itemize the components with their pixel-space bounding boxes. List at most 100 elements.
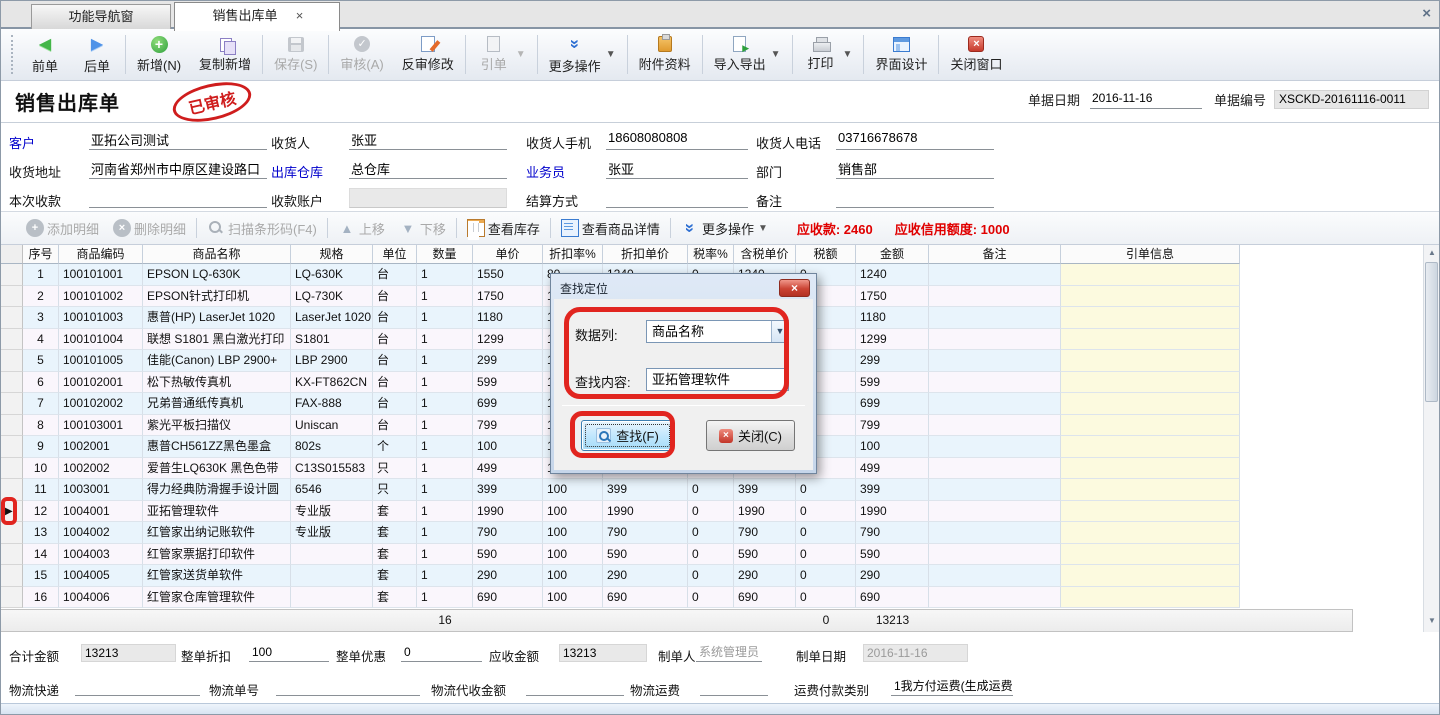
tab-close-icon[interactable]: × xyxy=(292,3,308,29)
cell[interactable] xyxy=(929,286,1061,308)
cell[interactable] xyxy=(929,415,1061,437)
cell[interactable]: 690 xyxy=(473,587,543,609)
cell[interactable]: 0 xyxy=(688,544,734,566)
dropdown-arrow-icon[interactable]: ▼ xyxy=(843,49,853,60)
cell[interactable]: 0 xyxy=(688,565,734,587)
cell[interactable]: 1 xyxy=(417,372,473,394)
cell[interactable]: 100102002 xyxy=(59,393,143,415)
cell[interactable] xyxy=(1061,393,1240,415)
cell[interactable]: FAX-888 xyxy=(291,393,373,415)
field-value[interactable]: 河南省郑州市中原区建设路口 xyxy=(89,159,267,179)
cell[interactable]: 红管家仓库管理软件 xyxy=(143,587,291,609)
import-export-button[interactable]: 导入导出▼ xyxy=(705,31,790,78)
scroll-down-icon[interactable]: ▼ xyxy=(1424,613,1440,629)
cell[interactable]: 399 xyxy=(473,479,543,501)
cell[interactable]: 台 xyxy=(373,264,417,286)
cell[interactable]: 1 xyxy=(23,264,59,286)
cell[interactable]: 专业版 xyxy=(291,501,373,523)
tab-sales-outbound[interactable]: 销售出库单× xyxy=(174,2,340,31)
cell[interactable] xyxy=(291,544,373,566)
table-row[interactable]: 131004002红管家出纳记账软件专业版套179010079007900790 xyxy=(1,522,1439,544)
save-button[interactable]: 保存(S) xyxy=(265,31,326,78)
cell[interactable]: 1 xyxy=(417,479,473,501)
cell[interactable]: 590 xyxy=(856,544,929,566)
find-content-input[interactable]: 亚拓管理软件 xyxy=(646,368,789,391)
cell[interactable]: 599 xyxy=(856,372,929,394)
cell[interactable]: 专业版 xyxy=(291,522,373,544)
footer-field-value[interactable] xyxy=(276,678,420,696)
footer-field-value[interactable]: 100 xyxy=(249,644,329,662)
cell[interactable]: 14 xyxy=(23,544,59,566)
cell[interactable]: 0 xyxy=(796,587,856,609)
cell[interactable] xyxy=(1061,436,1240,458)
cell[interactable]: 1180 xyxy=(856,307,929,329)
cell[interactable]: 1990 xyxy=(473,501,543,523)
cell[interactable]: 1240 xyxy=(856,264,929,286)
cell[interactable]: 套 xyxy=(373,501,417,523)
cell[interactable]: 0 xyxy=(796,544,856,566)
cell[interactable]: 台 xyxy=(373,415,417,437)
cell[interactable]: 0 xyxy=(688,479,734,501)
cell[interactable]: 799 xyxy=(473,415,543,437)
cell[interactable]: 只 xyxy=(373,479,417,501)
cell[interactable] xyxy=(929,329,1061,351)
cell[interactable] xyxy=(929,544,1061,566)
cell[interactable]: 290 xyxy=(603,565,688,587)
tab-nav-panel[interactable]: 功能导航窗 xyxy=(31,4,171,29)
cell[interactable] xyxy=(1061,544,1240,566)
cell[interactable]: 个 xyxy=(373,436,417,458)
cell[interactable]: C13S015583 xyxy=(291,458,373,480)
cell[interactable]: KX-FT862CN xyxy=(291,372,373,394)
barcode-scan-button[interactable]: 扫描条形码(F4) xyxy=(200,219,324,238)
cell[interactable]: 1003001 xyxy=(59,479,143,501)
cell[interactable] xyxy=(929,264,1061,286)
cell[interactable]: 兄弟普通纸传真机 xyxy=(143,393,291,415)
cell[interactable]: LaserJet 1020 xyxy=(291,307,373,329)
cell[interactable]: LQ-630K xyxy=(291,264,373,286)
cell[interactable] xyxy=(1061,372,1240,394)
cell[interactable]: 290 xyxy=(856,565,929,587)
cell[interactable]: 惠普CH561ZZ黑色墨盒 xyxy=(143,436,291,458)
delete-detail-button[interactable]: ×删除明细 xyxy=(106,219,193,238)
cell[interactable]: 290 xyxy=(734,565,796,587)
cell[interactable] xyxy=(1061,565,1240,587)
cell[interactable] xyxy=(929,307,1061,329)
cell[interactable]: 10 xyxy=(23,458,59,480)
cell[interactable]: 1 xyxy=(417,286,473,308)
field-value[interactable]: 亚拓公司测试 xyxy=(89,130,267,150)
cell[interactable]: 1 xyxy=(417,329,473,351)
cell[interactable] xyxy=(929,436,1061,458)
cell[interactable]: 台 xyxy=(373,350,417,372)
scrollbar-thumb[interactable] xyxy=(1425,262,1438,402)
cell[interactable]: 红管家票据打印软件 xyxy=(143,544,291,566)
cell[interactable] xyxy=(1061,350,1240,372)
cell[interactable]: 1 xyxy=(417,415,473,437)
cell[interactable]: 6546 xyxy=(291,479,373,501)
field-value[interactable]: 张亚 xyxy=(606,159,748,179)
field-value[interactable]: 18608080808 xyxy=(606,130,748,150)
cell[interactable]: 100101001 xyxy=(59,264,143,286)
cell[interactable]: 红管家出纳记账软件 xyxy=(143,522,291,544)
cell[interactable]: 100102001 xyxy=(59,372,143,394)
cell[interactable]: 1002001 xyxy=(59,436,143,458)
cell[interactable]: 590 xyxy=(473,544,543,566)
attachment-button[interactable]: 附件资料 xyxy=(630,31,700,78)
cell[interactable] xyxy=(1061,479,1240,501)
cell[interactable]: 0 xyxy=(688,501,734,523)
cell[interactable]: LQ-730K xyxy=(291,286,373,308)
field-value[interactable] xyxy=(349,188,507,208)
cell[interactable]: 790 xyxy=(473,522,543,544)
cell[interactable]: 599 xyxy=(473,372,543,394)
dropdown-arrow-icon[interactable]: ▼ xyxy=(606,49,616,60)
footer-field-value[interactable]: 0 xyxy=(401,644,482,662)
cell[interactable]: 1 xyxy=(417,436,473,458)
field-value[interactable]: 03716678678 xyxy=(836,130,994,150)
field-value[interactable] xyxy=(836,188,994,208)
cell[interactable]: 2 xyxy=(23,286,59,308)
cell[interactable]: 台 xyxy=(373,286,417,308)
chevron-down-icon[interactable]: ▼ xyxy=(771,321,788,342)
cell[interactable]: 699 xyxy=(856,393,929,415)
cell[interactable] xyxy=(929,522,1061,544)
cell[interactable]: 只 xyxy=(373,458,417,480)
field-value[interactable] xyxy=(606,188,748,208)
